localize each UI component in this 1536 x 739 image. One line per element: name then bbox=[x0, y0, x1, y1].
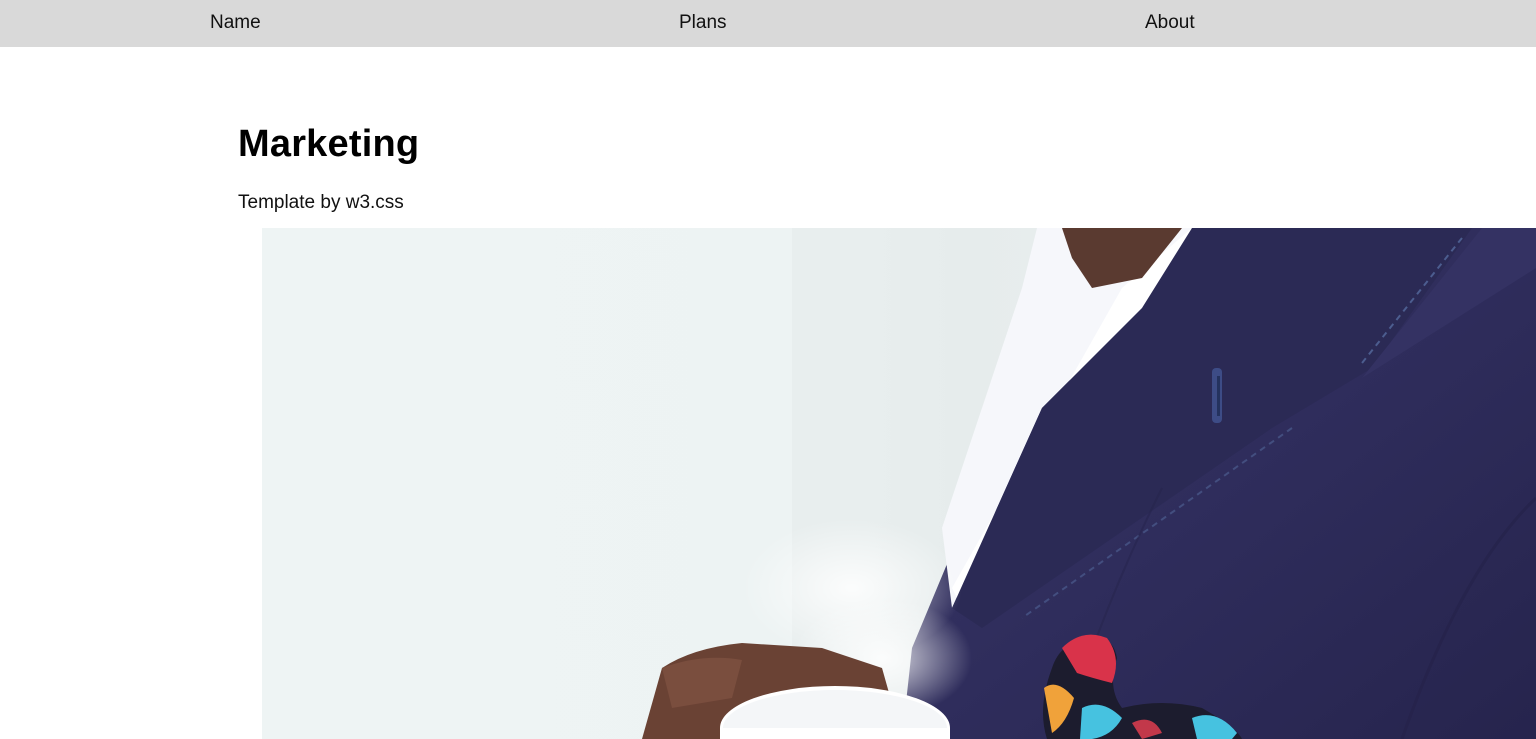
top-navigation-bar: Name Plans About bbox=[0, 0, 1536, 47]
nav-link-about[interactable]: About bbox=[1145, 12, 1195, 34]
nav-link-plans[interactable]: Plans bbox=[679, 12, 727, 34]
page-title: Marketing bbox=[238, 123, 420, 165]
hero-image bbox=[262, 228, 1536, 739]
hero-photo-illustration bbox=[262, 228, 1536, 739]
page-subtitle: Template by w3.css bbox=[238, 192, 404, 213]
nav-link-name[interactable]: Name bbox=[210, 12, 261, 34]
